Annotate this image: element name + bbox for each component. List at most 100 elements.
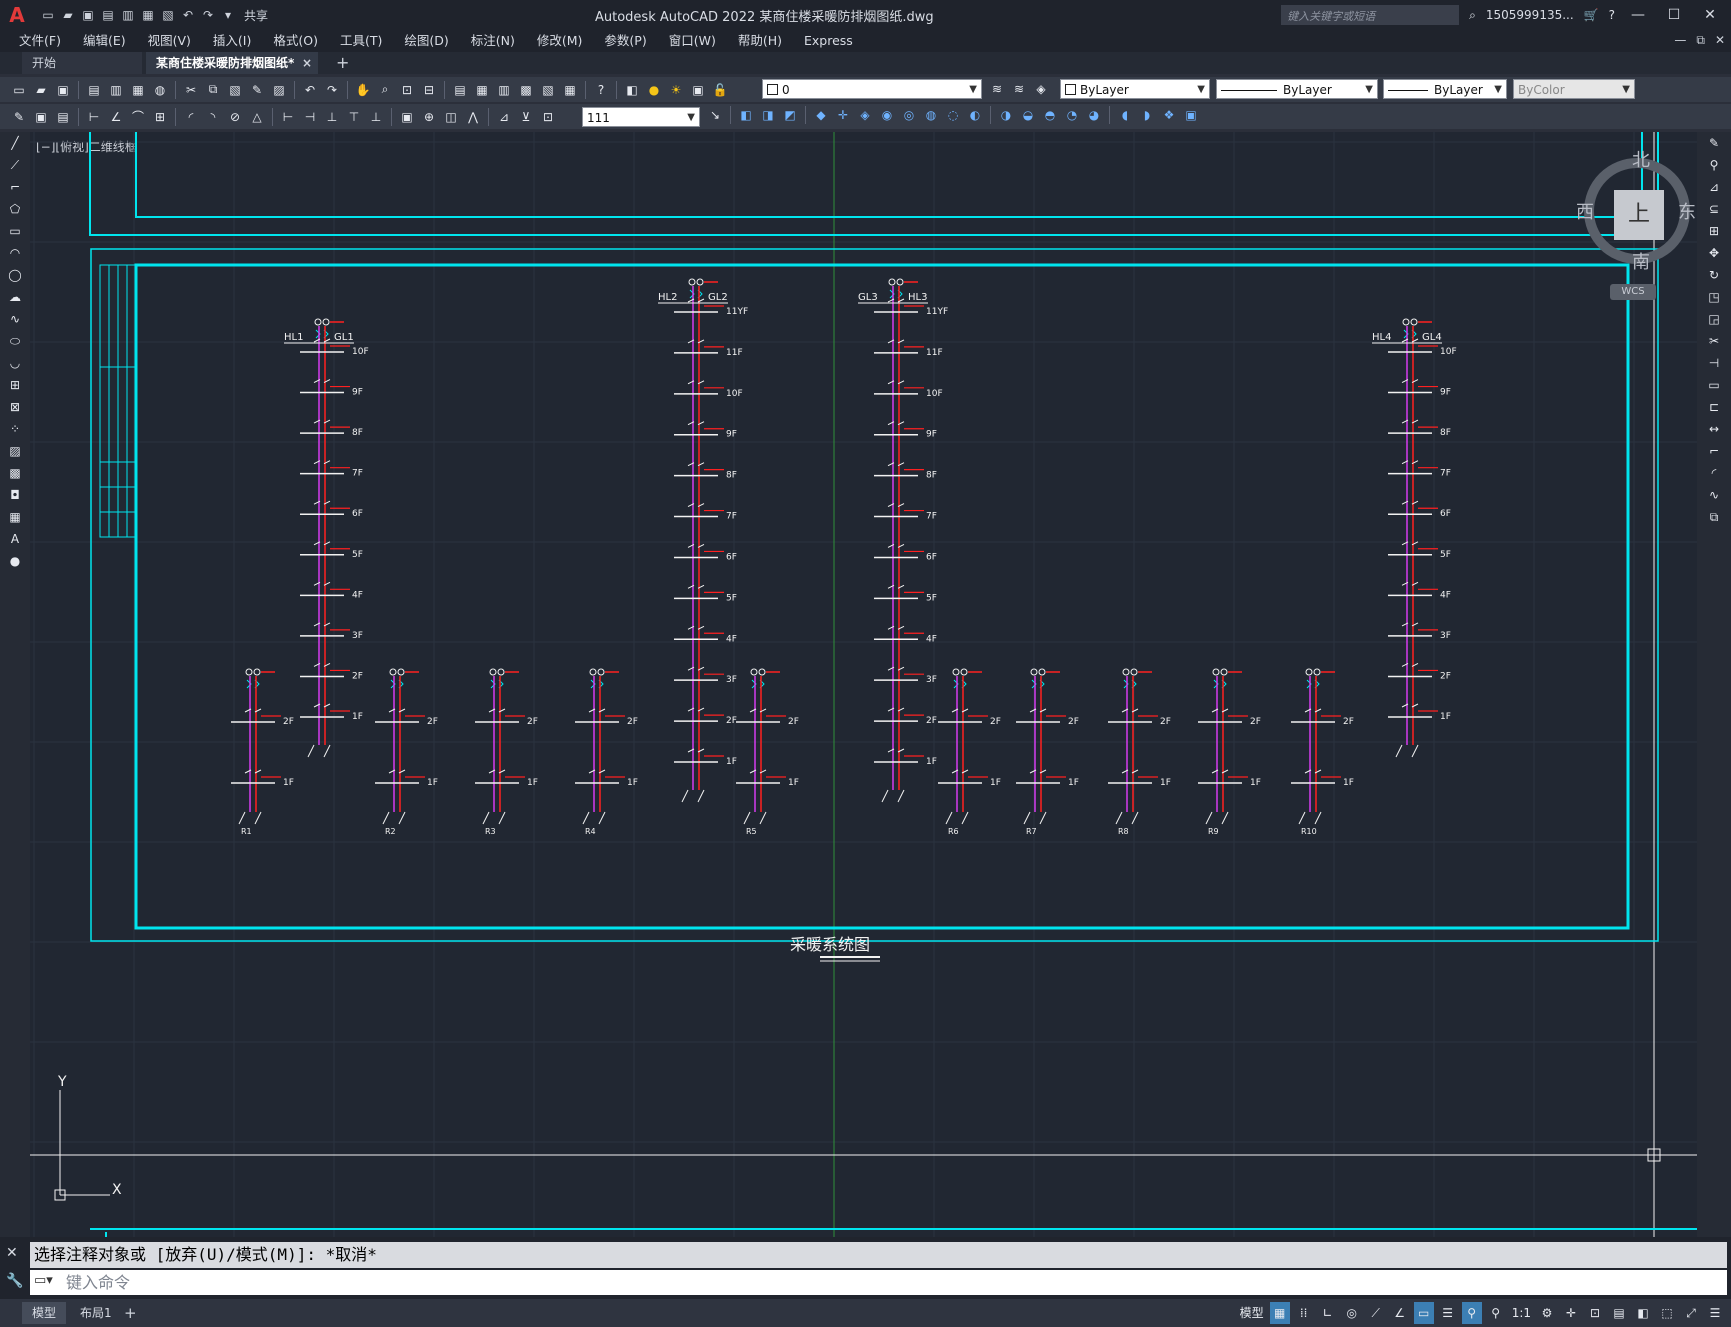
- close-button[interactable]: ✕: [1697, 7, 1723, 23]
- menu-draw[interactable]: 绘图(D): [393, 30, 459, 52]
- auto-scale-icon[interactable]: ⚲: [1486, 1302, 1506, 1324]
- workspace-gear-icon[interactable]: ⚙: [1537, 1302, 1557, 1324]
- model-space-button[interactable]: 模型: [1238, 1302, 1266, 1324]
- fillet-side-icon[interactable]: ◜: [1697, 462, 1731, 484]
- break-side-icon[interactable]: ⊏: [1697, 396, 1731, 418]
- user-account[interactable]: 1505999135...: [1486, 8, 1574, 22]
- command-input[interactable]: 键入命令: [30, 1270, 1727, 1295]
- search-input[interactable]: 键入关键字或短语: [1281, 5, 1460, 25]
- continue-dim-icon[interactable]: ⊥: [323, 108, 341, 126]
- menu-file[interactable]: 文件(F): [8, 30, 72, 52]
- angular-dim-icon[interactable]: △: [248, 108, 266, 126]
- scale-side-icon[interactable]: ◳: [1697, 286, 1731, 308]
- offset-icon[interactable]: ◉: [878, 106, 896, 124]
- layer-on-icon[interactable]: ●: [645, 81, 663, 99]
- command-close-icon[interactable]: ✕: [6, 1245, 18, 1261]
- new-file-icon[interactable]: ▭: [40, 7, 56, 23]
- mirror-icon[interactable]: ◈: [856, 106, 874, 124]
- scale-icon[interactable]: ◐: [966, 106, 984, 124]
- stretch-side-icon[interactable]: ◲: [1697, 308, 1731, 330]
- help-icon[interactable]: ?: [592, 81, 610, 99]
- mtext-icon[interactable]: A: [0, 528, 30, 550]
- add-layout-button[interactable]: +: [124, 1302, 137, 1324]
- spline-icon[interactable]: ∿: [0, 308, 30, 330]
- design-center-icon[interactable]: ▦: [473, 81, 491, 99]
- rotate-icon[interactable]: ◌: [944, 106, 962, 124]
- ortho-icon[interactable]: ∟: [1318, 1302, 1338, 1324]
- autocad-logo[interactable]: A: [0, 0, 34, 30]
- layer-properties-icon[interactable]: ◧: [623, 81, 641, 99]
- lineweight-icon[interactable]: ☰: [1438, 1302, 1458, 1324]
- layer-dropdown[interactable]: 0 ▼: [762, 79, 982, 99]
- color-dropdown[interactable]: ByLayer ▼: [1060, 79, 1210, 99]
- redo-icon[interactable]: ↷: [323, 81, 341, 99]
- maximize-button[interactable]: ☐: [1661, 7, 1687, 23]
- chamfer-icon[interactable]: ◖: [1116, 106, 1134, 124]
- polar-icon[interactable]: ◎: [1342, 1302, 1362, 1324]
- units-icon[interactable]: ⊡: [1585, 1302, 1605, 1324]
- viewcube-top-face[interactable]: 上: [1614, 190, 1664, 240]
- paste-icon[interactable]: ▧: [226, 81, 244, 99]
- annotation-visibility-icon[interactable]: ⚲: [1461, 1302, 1482, 1324]
- tool-palettes-icon[interactable]: ▥: [495, 81, 513, 99]
- ellipse-icon[interactable]: ⬭: [0, 330, 30, 352]
- open-web-icon[interactable]: ▥: [120, 7, 136, 23]
- save-icon[interactable]: ▣: [80, 7, 96, 23]
- arc-length-icon[interactable]: ⌒: [129, 108, 147, 126]
- sheet-set-icon[interactable]: ▩: [517, 81, 535, 99]
- center-mark-icon[interactable]: ⊕: [420, 108, 438, 126]
- arc-icon[interactable]: ◠: [0, 242, 30, 264]
- join-side-icon[interactable]: ↔: [1697, 418, 1731, 440]
- layer-previous-icon[interactable]: ≋: [1010, 80, 1028, 98]
- array-icon[interactable]: ◎: [900, 106, 918, 124]
- extend-icon[interactable]: ◓: [1041, 106, 1059, 124]
- command-customize-icon[interactable]: 🔧: [6, 1273, 23, 1289]
- jogged-dim-icon[interactable]: ◝: [204, 108, 222, 126]
- copybase-icon[interactable]: ▤: [54, 108, 72, 126]
- menu-parametric[interactable]: 参数(P): [593, 30, 657, 52]
- command-recent-icon[interactable]: ▭▾: [34, 1273, 53, 1288]
- minimize-button[interactable]: —: [1625, 7, 1651, 23]
- hatch-icon[interactable]: ▨: [0, 440, 30, 462]
- qnew-icon[interactable]: ▭: [10, 81, 28, 99]
- linetype-dropdown[interactable]: ByLayer ▼: [1216, 79, 1378, 99]
- search-icon[interactable]: ⌕: [1469, 8, 1476, 23]
- polygon-icon[interactable]: ⬠: [0, 198, 30, 220]
- compass-west[interactable]: 西: [1576, 198, 1594, 224]
- isodraft-icon[interactable]: ⟋: [1366, 1302, 1386, 1324]
- copy-side-icon[interactable]: ⚲: [1697, 154, 1731, 176]
- menu-help[interactable]: 帮助(H): [727, 30, 793, 52]
- calculator-icon[interactable]: ▦: [561, 81, 579, 99]
- make-current-layer-icon[interactable]: ≋: [988, 80, 1006, 98]
- revcloud-icon[interactable]: ☁: [0, 286, 30, 308]
- doc-restore-button[interactable]: ⧉: [1696, 33, 1705, 48]
- erase-icon[interactable]: ◆: [812, 106, 830, 124]
- properties-icon[interactable]: ▤: [451, 81, 469, 99]
- tab-start[interactable]: 开始: [22, 52, 142, 74]
- layer-state-icon[interactable]: ◈: [1032, 80, 1050, 98]
- save-web-icon[interactable]: ▦: [140, 7, 156, 23]
- customize-qa-icon[interactable]: ▾: [220, 7, 236, 23]
- explode-icon[interactable]: ❖: [1160, 106, 1178, 124]
- cart-icon[interactable]: 🛒: [1584, 8, 1599, 22]
- zoom-previous-icon[interactable]: ⊟: [420, 81, 438, 99]
- copyclip-icon[interactable]: ▣: [32, 108, 50, 126]
- tab-drawing[interactable]: 某商住楼采暖防排烟图纸* ×: [146, 52, 318, 74]
- tab-close-icon[interactable]: ×: [302, 52, 312, 74]
- lineweight-dropdown[interactable]: ByLayer ▼: [1383, 79, 1507, 99]
- baseline-dim-icon[interactable]: ⊣: [301, 108, 319, 126]
- annotation-scale-value[interactable]: 1:1: [1510, 1302, 1533, 1324]
- tab-model[interactable]: 模型: [22, 1302, 67, 1324]
- erase-side-icon[interactable]: ✎: [1697, 132, 1731, 154]
- gradient-icon[interactable]: ▩: [0, 462, 30, 484]
- preview-icon[interactable]: ▥: [107, 81, 125, 99]
- menu-tools[interactable]: 工具(T): [329, 30, 393, 52]
- menu-modify[interactable]: 修改(M): [526, 30, 594, 52]
- aligned-dim-icon[interactable]: ∠: [107, 108, 125, 126]
- markup-icon[interactable]: ▧: [539, 81, 557, 99]
- drawing-canvas[interactable]: [−][俯视]二维线框 HL1 GL1 10F 9F 8F 7F 6F 5F 4F 3F 2F 1F H…: [30, 132, 1697, 1237]
- add-selected-icon[interactable]: ●: [0, 550, 30, 572]
- menu-format[interactable]: 格式(O): [262, 30, 329, 52]
- dim-edit-icon[interactable]: ⊿: [495, 108, 513, 126]
- join-icon[interactable]: ◕: [1085, 106, 1103, 124]
